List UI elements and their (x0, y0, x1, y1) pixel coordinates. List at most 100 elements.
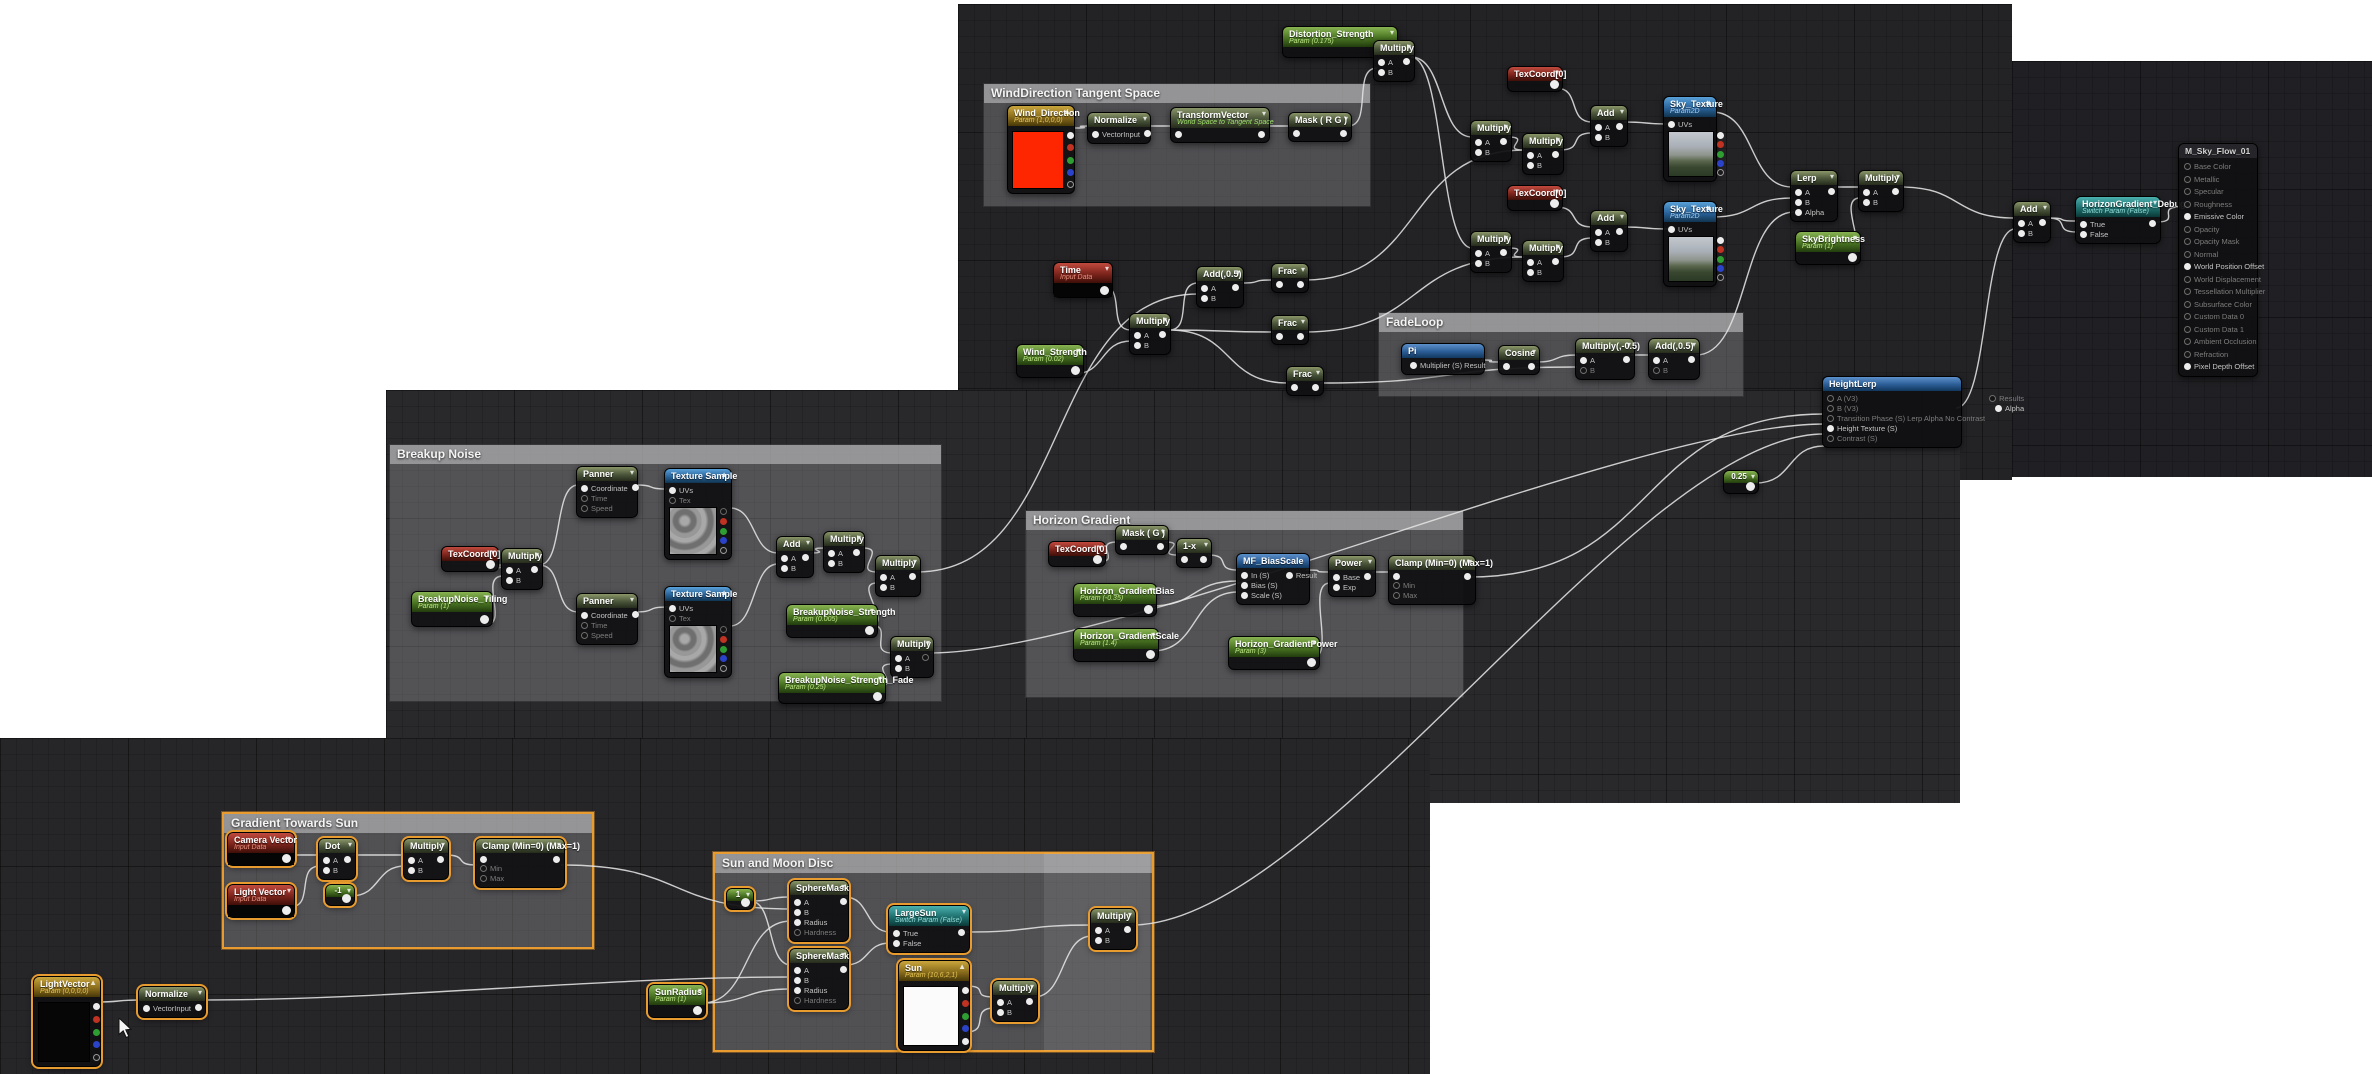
output-channel-pin-g[interactable] (1067, 157, 1074, 164)
output-pin[interactable] (1258, 131, 1265, 138)
output-pin[interactable] (1616, 123, 1623, 130)
node-power-55[interactable]: PowerBaseExp (1328, 555, 1376, 597)
node-header[interactable]: SphereMask (790, 881, 848, 895)
input-pin-opacity[interactable]: Opacity (2184, 225, 2252, 234)
pin-dot[interactable] (143, 1005, 150, 1012)
output-channel-pin-r[interactable] (962, 1000, 969, 1007)
output-channel-pin-r[interactable] (720, 518, 727, 525)
pin-dot[interactable] (794, 919, 801, 926)
pin-dot[interactable] (2080, 221, 2087, 228)
node-header[interactable]: BreakupNoise_Strength_FadeParam (0.25) (779, 673, 885, 693)
pin-dot[interactable] (506, 567, 513, 574)
input-pin-max[interactable]: Max (480, 874, 504, 883)
pin-dot[interactable] (1527, 162, 1534, 169)
output-channel-pin-g[interactable] (1717, 256, 1724, 263)
node-header[interactable]: HorizonGradient_DebugSwitch Param (False… (2076, 197, 2160, 217)
input-pin-scale-s[interactable]: Scale (S) (1241, 591, 1282, 600)
input-pin-a[interactable]: A (1595, 228, 1610, 237)
output-pin[interactable] (1340, 130, 1347, 137)
input-pin-bias-s[interactable]: Bias (S) (1241, 581, 1282, 590)
node-header[interactable]: MF_BiasScale (1237, 554, 1309, 568)
pin-dot[interactable] (2080, 231, 2087, 238)
node-0-25-34[interactable]: 0.25 (1723, 470, 1759, 494)
node-multiply-36[interactable]: MultiplyAB (501, 548, 543, 590)
node-texcoord-0-48[interactable]: TexCoord[0] (1048, 541, 1106, 567)
pin-dot[interactable] (781, 555, 788, 562)
input-pin-speed[interactable]: Speed (581, 631, 628, 640)
output-pin[interactable] (1297, 281, 1304, 288)
output-pin[interactable] (1026, 998, 1033, 1005)
node-texcoord-0-11[interactable]: TexCoord[0] (1507, 185, 1563, 211)
output-pin[interactable] (1159, 331, 1166, 338)
output-channel-pin-w[interactable] (962, 1038, 969, 1045)
pin-dot[interactable] (1580, 357, 1587, 364)
node-add-0-5-19[interactable]: Add(,0.5)AB (1196, 266, 1244, 308)
node-header[interactable]: M_Sky_Flow_01 (2179, 144, 2257, 158)
pin-dot[interactable] (2184, 213, 2191, 220)
pin-dot[interactable] (893, 930, 900, 937)
pin-dot[interactable] (1580, 367, 1587, 374)
node-multiply-28[interactable]: MultiplyAB (1858, 170, 1904, 212)
node-multiply-69[interactable]: MultiplyAB (992, 980, 1038, 1022)
pin-dot[interactable] (2184, 176, 2191, 183)
node-header[interactable]: Horizon_GradientPowerParam (3) (1229, 637, 1319, 657)
node-lightvector-71[interactable]: LightVectorParam (0,0,0,0) (33, 976, 101, 1067)
input-pin-b[interactable]: B (1475, 259, 1490, 268)
pin-dot[interactable] (2184, 238, 2191, 245)
output-pin[interactable] (741, 898, 750, 907)
node-texcoord-0-6[interactable]: TexCoord[0] (1507, 66, 1563, 92)
input-pin-b[interactable]: B (1527, 161, 1542, 170)
output-pin[interactable] (1232, 284, 1239, 291)
input-pin-time[interactable]: Time (581, 494, 628, 503)
output-channel-pin-g[interactable] (962, 1013, 969, 1020)
output-channel-pin-b[interactable] (962, 1025, 969, 1032)
node-header[interactable]: Panner (577, 467, 637, 481)
input-pin-subsurface-color[interactable]: Subsurface Color (2184, 300, 2252, 309)
output-channel-pin-w[interactable] (93, 1003, 100, 1010)
pin-dot[interactable] (794, 909, 801, 916)
output-channel-pin-w[interactable] (1717, 132, 1724, 139)
input-pin-world-displacement[interactable]: World Displacement (2184, 275, 2252, 284)
pin-dot[interactable] (2039, 219, 2046, 226)
input-pin-time[interactable]: Time (581, 621, 628, 630)
output-pin[interactable] (922, 654, 929, 661)
output-channel-pin-b[interactable] (1717, 265, 1724, 272)
output-pin[interactable] (1144, 130, 1151, 137)
pin-dot[interactable] (195, 1004, 202, 1011)
pin-dot[interactable] (632, 611, 639, 618)
input-pin-b[interactable]: B (1653, 366, 1668, 375)
pin-dot[interactable] (895, 665, 902, 672)
output-pin-alpha[interactable]: Alpha (1989, 404, 2024, 413)
input-pin-a[interactable]: A (880, 573, 895, 582)
pin-dot[interactable] (1828, 188, 1835, 195)
output-channel-pin-r[interactable] (1717, 141, 1724, 148)
output-pin[interactable] (1616, 228, 1623, 235)
input-pin-a-v3[interactable]: A (V3) (1827, 394, 1985, 403)
output-channel-pin-r[interactable] (1067, 144, 1074, 151)
node-header[interactable]: Multiply (1523, 241, 1563, 255)
node-transformvector-2[interactable]: TransformVectorWorld Space to Tangent Sp… (1170, 107, 1270, 143)
pin-dot[interactable] (2184, 301, 2191, 308)
node-normalize-1[interactable]: NormalizeVectorInput (1087, 112, 1151, 144)
pin-dot[interactable] (1378, 59, 1385, 66)
input-pin-emissive-color[interactable]: Emissive Color (2184, 212, 2252, 221)
node-multiply-14[interactable]: MultiplyAB (1522, 240, 1564, 282)
node-frac-20[interactable]: Frac (1271, 263, 1309, 293)
output-pin[interactable] (342, 894, 351, 903)
output-channel-pin-r[interactable] (1717, 246, 1724, 253)
output-channel-pin-g[interactable] (1717, 151, 1724, 158)
node-header[interactable]: Multiply (1859, 171, 1903, 185)
output-channel-pin-g[interactable] (720, 528, 727, 535)
output-pin[interactable] (195, 1004, 202, 1011)
pin-dot[interactable] (828, 550, 835, 557)
node-multiply-13[interactable]: MultiplyAB (1470, 231, 1512, 273)
node-normalize-72[interactable]: NormalizeVectorInput (138, 986, 206, 1018)
pin-dot[interactable] (2184, 351, 2191, 358)
node-header[interactable]: Sky_TextureParam2D (1664, 97, 1716, 117)
output-pin[interactable] (1464, 573, 1471, 580)
node-header[interactable]: Texture Sample (665, 587, 731, 601)
output-pin[interactable] (1146, 650, 1155, 659)
node-1-60[interactable]: -1 (325, 884, 355, 906)
input-pin-min[interactable]: Min (1393, 581, 1417, 590)
pin-dot[interactable] (2018, 220, 2025, 227)
